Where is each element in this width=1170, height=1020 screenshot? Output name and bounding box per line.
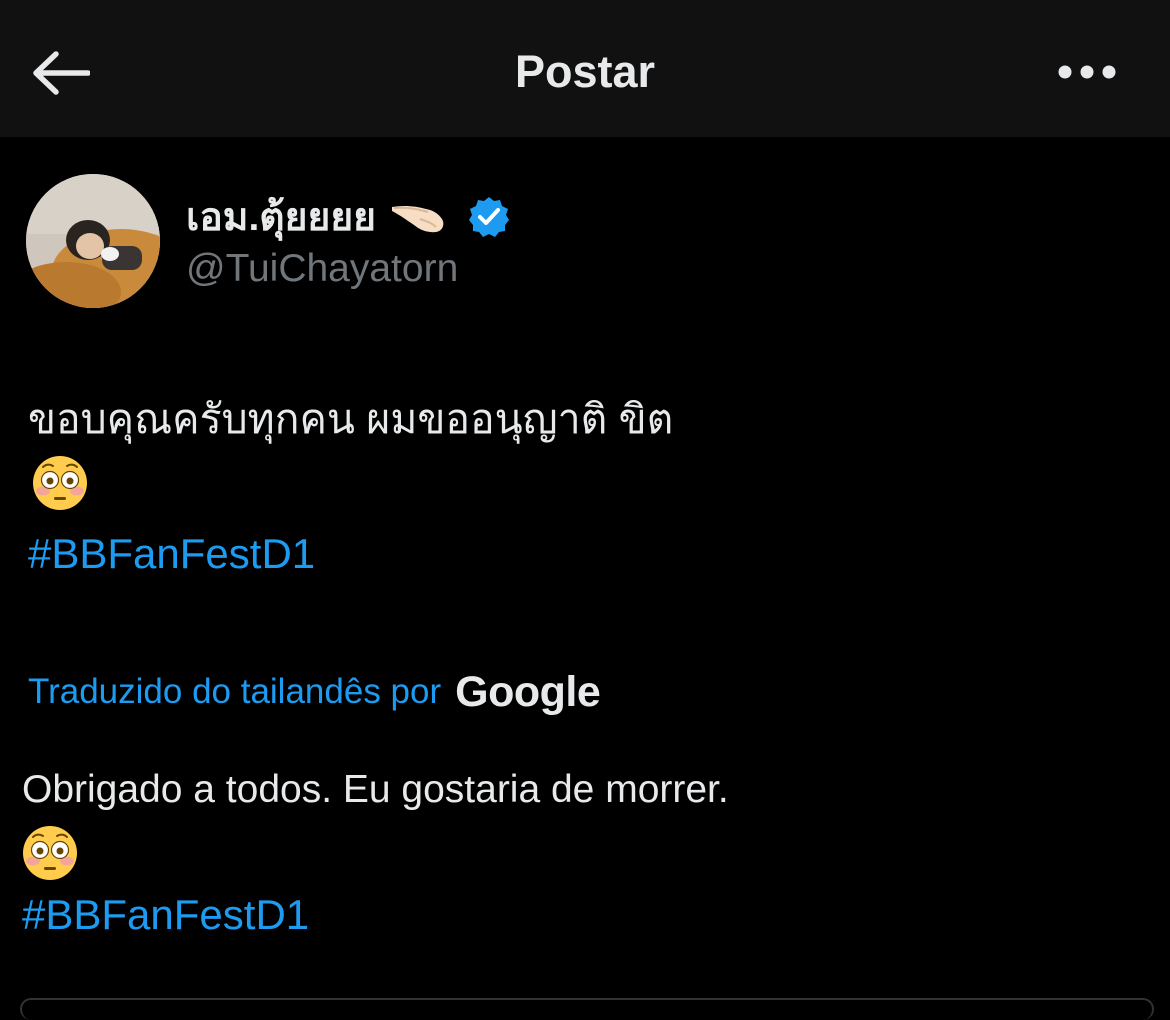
- author-handle[interactable]: @TuiChayatorn: [186, 244, 458, 294]
- more-options-button[interactable]: [1052, 50, 1122, 94]
- translation-label: Traduzido do tailandês por: [28, 672, 442, 711]
- flushed-face-emoji-icon: [22, 825, 78, 881]
- translated-hashtag-link[interactable]: #BBFanFestD1: [22, 887, 309, 943]
- translated-text: Obrigado a todos. Eu gostaria de morrer.: [22, 768, 729, 811]
- more-horizontal-icon: [1058, 65, 1116, 79]
- author-display-name-row[interactable]: เอม.ตุ้ยยยย: [186, 192, 510, 242]
- hashtag-link[interactable]: #BBFanFestD1: [28, 526, 315, 582]
- arrow-left-icon: [33, 51, 90, 95]
- flushed-face-emoji-icon: [32, 455, 88, 511]
- translation-attribution[interactable]: Traduzido do tailandês por Google: [28, 664, 601, 720]
- post-text: ขอบคุณครับทุกคน ผมขออนุญาติ ขิต: [28, 396, 674, 442]
- author-display-name: เอม.ตุ้ยยยย: [186, 196, 377, 239]
- next-card-edge: [20, 998, 1154, 1020]
- avatar[interactable]: [26, 174, 160, 308]
- back-button[interactable]: [30, 45, 92, 101]
- google-logo: Google: [455, 667, 601, 716]
- verified-badge-icon: [468, 196, 510, 238]
- hand-pointing-emoji-icon: [390, 197, 446, 237]
- page-title: Postar: [514, 46, 656, 97]
- top-navigation-bar: Postar: [0, 0, 1170, 137]
